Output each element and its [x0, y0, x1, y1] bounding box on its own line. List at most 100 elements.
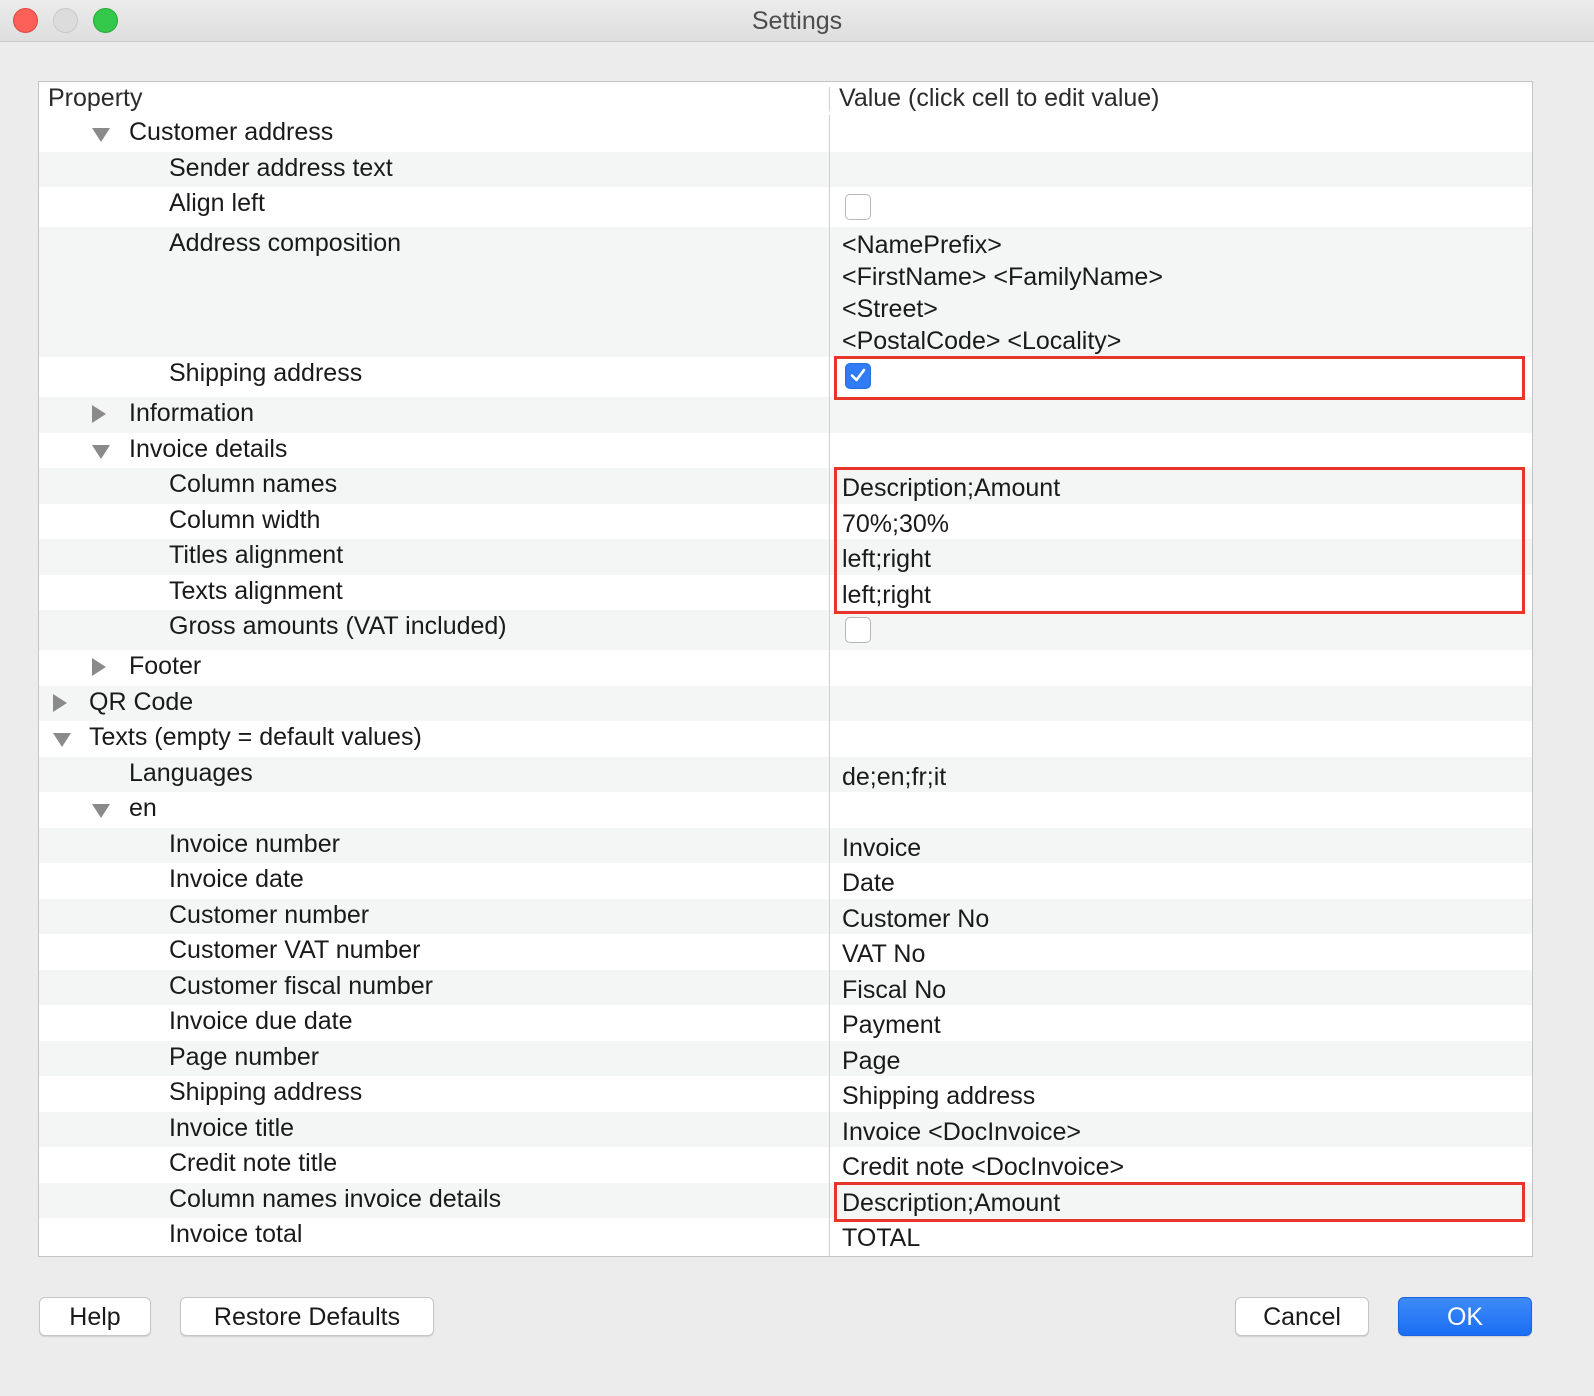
table-row[interactable]: Invoice number Invoice — [39, 827, 1532, 864]
disclosure-triangle-expanded-icon[interactable] — [53, 733, 71, 747]
property-value[interactable]: Payment — [842, 1009, 941, 1041]
table-row[interactable]: Customer VAT number VAT No — [39, 934, 1532, 970]
property-label: Languages — [129, 758, 253, 787]
property-value[interactable]: left;right — [842, 543, 931, 575]
cancel-button[interactable]: Cancel — [1235, 1297, 1369, 1336]
table-row[interactable]: Invoice total TOTAL — [39, 1218, 1532, 1254]
disclosure-triangle-expanded-icon[interactable] — [92, 444, 110, 459]
table-row[interactable]: Texts alignment left;right — [39, 575, 1532, 611]
checkbox-checked[interactable] — [845, 363, 871, 389]
property-value-line: <NamePrefix> — [842, 231, 1002, 259]
property-value[interactable]: Credit note <DocInvoice> — [842, 1151, 1124, 1183]
property-value[interactable]: Page — [842, 1045, 900, 1077]
table-row[interactable]: Sender address text — [39, 151, 1532, 187]
property-label: Titles alignment — [169, 541, 344, 569]
table-row[interactable]: Footer — [39, 650, 1532, 686]
table-row[interactable]: Column width 70%;30% — [39, 504, 1532, 540]
property-label: Column names invoice details — [169, 1184, 502, 1213]
table-row[interactable]: Align left — [39, 187, 1532, 227]
property-label: Footer — [129, 652, 202, 680]
column-divider[interactable] — [829, 115, 830, 1256]
table-row[interactable]: Information — [39, 397, 1532, 433]
property-table: Property Value (click cell to edit value… — [38, 81, 1533, 1257]
property-label: Invoice due date — [169, 1007, 353, 1035]
ok-button[interactable]: OK — [1398, 1297, 1532, 1336]
checkmark-icon — [850, 368, 866, 382]
property-label: Invoice total — [169, 1220, 303, 1248]
property-value[interactable]: Description;Amount — [842, 472, 1060, 504]
column-header-value[interactable]: Value (click cell to edit value) — [839, 84, 1160, 113]
table-header: Property Value (click cell to edit value… — [39, 82, 1532, 115]
table-row[interactable]: Shipping address Shipping address — [39, 1076, 1532, 1112]
table-row[interactable]: Customer number Customer No — [39, 898, 1532, 935]
column-header-property[interactable]: Property — [48, 84, 142, 113]
table-row[interactable]: Invoice title Invoice <DocInvoice> — [39, 1111, 1532, 1148]
table-row[interactable]: Invoice due date Payment — [39, 1005, 1532, 1041]
property-value[interactable]: <NamePrefix> <FirstName> <FamilyName> <Str… — [842, 229, 1163, 357]
disclosure-triangle-collapsed-icon[interactable] — [92, 405, 106, 423]
property-label: Page number — [169, 1042, 320, 1071]
property-value[interactable]: Date — [842, 867, 895, 899]
table-row[interactable]: Languages de;en;fr;it — [39, 756, 1532, 793]
property-label: Shipping address — [169, 1078, 363, 1106]
property-value[interactable]: Shipping address — [842, 1080, 1035, 1112]
property-label: Invoice details — [129, 434, 288, 463]
property-value[interactable]: Description;Amount — [842, 1187, 1060, 1219]
property-label: Column width — [169, 505, 321, 534]
table-row[interactable]: Titles alignment left;right — [39, 539, 1532, 575]
property-value-line: <PostalCode> <Locality> — [842, 327, 1122, 355]
table-row[interactable]: QR Code — [39, 685, 1532, 721]
property-label: Customer fiscal number — [169, 971, 433, 1000]
table-row[interactable]: Column names Description;Amount — [39, 468, 1532, 504]
table-row[interactable]: Address composition <NamePrefix> <FirstNam… — [39, 227, 1532, 357]
disclosure-triangle-expanded-icon[interactable] — [92, 804, 110, 818]
property-label: Customer address — [129, 118, 334, 146]
property-label: Credit note title — [169, 1149, 338, 1177]
property-label: QR Code — [89, 687, 194, 716]
property-value[interactable]: VAT No — [842, 938, 925, 970]
table-row[interactable]: Column names invoice details Description;… — [39, 1182, 1532, 1219]
property-label: Texts (empty = default values) — [89, 723, 422, 751]
table-body: Customer address Sender address text Align… — [39, 116, 1532, 1254]
table-row[interactable]: Invoice date Date — [39, 863, 1532, 899]
property-value-line: <FirstName> <FamilyName> — [842, 263, 1163, 291]
header-separator — [829, 87, 830, 111]
window-title: Settings — [751, 7, 843, 35]
table-row[interactable]: Texts (empty = default values) — [39, 721, 1532, 757]
table-row[interactable]: Credit note title Credit note <DocInvoice… — [39, 1147, 1532, 1183]
checkbox-unchecked[interactable] — [845, 194, 871, 220]
property-value[interactable]: Fiscal No — [842, 974, 946, 1006]
property-label: Gross amounts (VAT included) — [169, 612, 507, 640]
table-row[interactable]: en — [39, 792, 1532, 828]
restore-defaults-button[interactable]: Restore Defaults — [180, 1297, 434, 1336]
disclosure-triangle-collapsed-icon[interactable] — [92, 658, 106, 676]
property-value[interactable]: TOTAL — [842, 1222, 920, 1254]
property-label: Shipping address — [169, 359, 363, 387]
property-value[interactable]: de;en;fr;it — [842, 761, 946, 793]
property-label: Invoice number — [169, 829, 340, 858]
table-row[interactable]: Customer address — [39, 116, 1532, 152]
property-label: Information — [129, 399, 255, 427]
table-row[interactable]: Page number Page — [39, 1040, 1532, 1077]
property-value[interactable]: 70%;30% — [842, 508, 949, 540]
disclosure-triangle-expanded-icon[interactable] — [92, 128, 110, 142]
title-bar: Settings — [0, 0, 1594, 42]
checkbox-unchecked[interactable] — [845, 617, 871, 643]
property-value-line: <Street> — [842, 295, 938, 323]
table-row[interactable]: Customer fiscal number Fiscal No — [39, 969, 1532, 1006]
property-label: Customer VAT number — [169, 936, 421, 964]
table-row[interactable]: Invoice details — [39, 433, 1532, 469]
property-value[interactable]: left;right — [842, 579, 931, 611]
table-row[interactable]: Shipping address — [39, 357, 1532, 397]
table-row[interactable]: Gross amounts (VAT included) — [39, 610, 1532, 650]
property-label: Sender address text — [169, 153, 393, 182]
disclosure-triangle-collapsed-icon[interactable] — [53, 693, 67, 712]
property-label: Align left — [169, 189, 265, 217]
property-label: Invoice date — [169, 865, 304, 893]
property-label: Invoice title — [169, 1113, 295, 1142]
property-value[interactable]: Invoice <DocInvoice> — [842, 1116, 1081, 1148]
property-label: Customer number — [169, 900, 370, 929]
property-value[interactable]: Customer No — [842, 903, 989, 935]
property-value[interactable]: Invoice — [842, 832, 921, 864]
help-button[interactable]: Help — [39, 1297, 151, 1336]
